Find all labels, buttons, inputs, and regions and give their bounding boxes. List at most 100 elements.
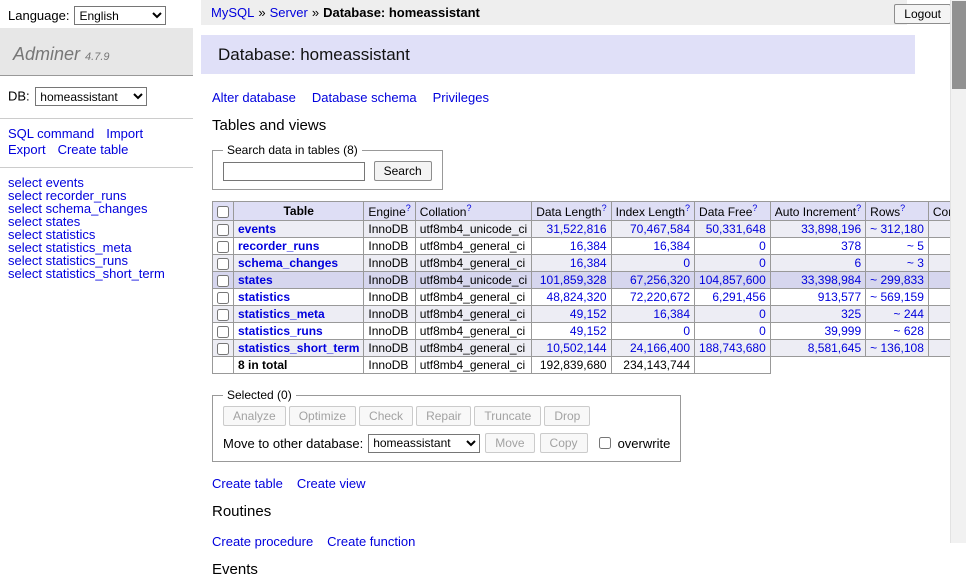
nav-link-privileges[interactable]: Privileges	[433, 90, 489, 105]
table-name-link-states[interactable]: states	[238, 273, 273, 287]
data-free-link[interactable]: 6,291,456	[712, 290, 765, 304]
row-checkbox-schema_changes[interactable]	[217, 258, 229, 270]
row-checkbox-events[interactable]	[217, 224, 229, 236]
db-select[interactable]: homeassistant	[35, 87, 147, 106]
data-free-link[interactable]: 104,857,600	[699, 273, 766, 287]
help-icon[interactable]: ?	[406, 203, 411, 213]
data-length-link[interactable]: 49,152	[570, 307, 607, 321]
rows-link[interactable]: ~ 3	[907, 256, 924, 270]
auto-increment-link[interactable]: 33,898,196	[801, 222, 861, 236]
sidebar-link-import[interactable]: Import	[106, 126, 143, 141]
bulk-analyze-button[interactable]: Analyze	[223, 406, 286, 426]
rows-link[interactable]: ~ 136,108	[870, 341, 924, 355]
index-length-link[interactable]: 0	[683, 324, 690, 338]
breadcrumb-link-server[interactable]: Server	[270, 5, 308, 20]
help-icon[interactable]: ?	[856, 203, 861, 213]
bulk-drop-button[interactable]: Drop	[544, 406, 590, 426]
scrollbar-thumb[interactable]	[952, 1, 966, 89]
sidebar-link-create-table[interactable]: Create table	[58, 142, 129, 157]
table-name-link-events[interactable]: events	[238, 222, 276, 236]
help-icon[interactable]: ?	[752, 203, 757, 213]
vertical-scrollbar[interactable]	[950, 0, 966, 543]
sidebar-select-link-statistics_short_term[interactable]: select	[8, 266, 42, 281]
index-length-link[interactable]: 16,384	[653, 307, 690, 321]
data-length-link[interactable]: 16,384	[570, 239, 607, 253]
move-db-select[interactable]: homeassistant	[368, 434, 480, 453]
data-free-link[interactable]: 0	[759, 256, 766, 270]
index-length-link[interactable]: 72,220,672	[630, 290, 690, 304]
rows-link[interactable]: ~ 299,833	[870, 273, 924, 287]
nav-link-database-schema[interactable]: Database schema	[312, 90, 417, 105]
index-length-link[interactable]: 24,166,400	[630, 341, 690, 355]
auto-increment-link[interactable]: 913,577	[818, 290, 861, 304]
table-name-link-statistics_runs[interactable]: statistics_runs	[238, 324, 323, 338]
rows-link[interactable]: ~ 569,159	[870, 290, 924, 304]
auto-increment-link[interactable]: 378	[841, 239, 861, 253]
data-free-cell: 0	[695, 255, 771, 272]
data-length-link[interactable]: 49,152	[570, 324, 607, 338]
language-select[interactable]: English	[74, 6, 166, 25]
link-create-function[interactable]: Create function	[327, 534, 415, 549]
copy-button[interactable]: Copy	[540, 433, 588, 453]
help-icon[interactable]: ?	[685, 203, 690, 213]
data-free-link[interactable]: 0	[759, 307, 766, 321]
help-icon[interactable]: ?	[602, 203, 607, 213]
breadcrumb-link-mysql[interactable]: MySQL	[211, 5, 254, 20]
data-length-link[interactable]: 16,384	[570, 256, 607, 270]
auto-increment-link[interactable]: 8,581,645	[808, 341, 861, 355]
sidebar-table-link-statistics_short_term[interactable]: statistics_short_term	[46, 266, 165, 281]
data-length-link[interactable]: 48,824,320	[547, 290, 607, 304]
data-length-link[interactable]: 10,502,144	[547, 341, 607, 355]
link-create-view[interactable]: Create view	[297, 476, 366, 491]
auto-increment-link[interactable]: 6	[854, 256, 861, 270]
app-name[interactable]: Adminer	[13, 44, 80, 64]
index-length-link[interactable]: 16,384	[653, 239, 690, 253]
row-checkbox-states[interactable]	[217, 275, 229, 287]
row-checkbox-statistics[interactable]	[217, 292, 229, 304]
auto-increment-link[interactable]: 325	[841, 307, 861, 321]
rows-link[interactable]: ~ 5	[907, 239, 924, 253]
rows-link[interactable]: ~ 244	[894, 307, 924, 321]
data-free-link[interactable]: 188,743,680	[699, 341, 766, 355]
bulk-optimize-button[interactable]: Optimize	[289, 406, 356, 426]
table-name-link-statistics[interactable]: statistics	[238, 290, 290, 304]
link-create-procedure[interactable]: Create procedure	[212, 534, 313, 549]
select-all-checkbox[interactable]	[217, 206, 229, 218]
bulk-truncate-button[interactable]: Truncate	[474, 406, 541, 426]
table-name-link-statistics_short_term[interactable]: statistics_short_term	[238, 341, 359, 355]
index-length-link[interactable]: 67,256,320	[630, 273, 690, 287]
bulk-check-button[interactable]: Check	[359, 406, 413, 426]
table-name-link-statistics_meta[interactable]: statistics_meta	[238, 307, 325, 321]
data-length-link[interactable]: 31,522,816	[547, 222, 607, 236]
link-create-table[interactable]: Create table	[212, 476, 283, 491]
data-length-link[interactable]: 101,859,328	[540, 273, 607, 287]
table-name-link-recorder_runs[interactable]: recorder_runs	[238, 239, 319, 253]
help-icon[interactable]: ?	[900, 203, 905, 213]
sidebar-link-export[interactable]: Export	[8, 142, 46, 157]
bulk-repair-button[interactable]: Repair	[416, 406, 471, 426]
row-checkbox-recorder_runs[interactable]	[217, 241, 229, 253]
auto-increment-link[interactable]: 39,999	[824, 324, 861, 338]
logout-button[interactable]: Logout	[894, 4, 951, 24]
app-version[interactable]: 4.7.9	[85, 51, 109, 63]
index-length-link[interactable]: 0	[683, 256, 690, 270]
search-input[interactable]	[223, 162, 365, 181]
data-free-link[interactable]: 0	[759, 239, 766, 253]
data-free-link[interactable]: 50,331,648	[706, 222, 766, 236]
data-free-link[interactable]: 0	[759, 324, 766, 338]
row-checkbox-statistics_runs[interactable]	[217, 326, 229, 338]
table-name-link-schema_changes[interactable]: schema_changes	[238, 256, 338, 270]
row-checkbox-statistics_short_term[interactable]	[217, 343, 229, 355]
sidebar-link-sql-command[interactable]: SQL command	[8, 126, 94, 141]
rows-link[interactable]: ~ 312,180	[870, 222, 924, 236]
search-button[interactable]: Search	[374, 161, 432, 181]
rows-link[interactable]: ~ 628	[894, 324, 924, 338]
move-button[interactable]: Move	[485, 433, 534, 453]
row-checkbox-statistics_meta[interactable]	[217, 309, 229, 321]
col-header-data-length: Data Length?	[532, 202, 611, 221]
index-length-link[interactable]: 70,467,584	[630, 222, 690, 236]
overwrite-checkbox[interactable]	[599, 437, 611, 449]
auto-increment-link[interactable]: 33,398,984	[801, 273, 861, 287]
nav-link-alter-database[interactable]: Alter database	[212, 90, 296, 105]
help-icon[interactable]: ?	[466, 203, 471, 213]
